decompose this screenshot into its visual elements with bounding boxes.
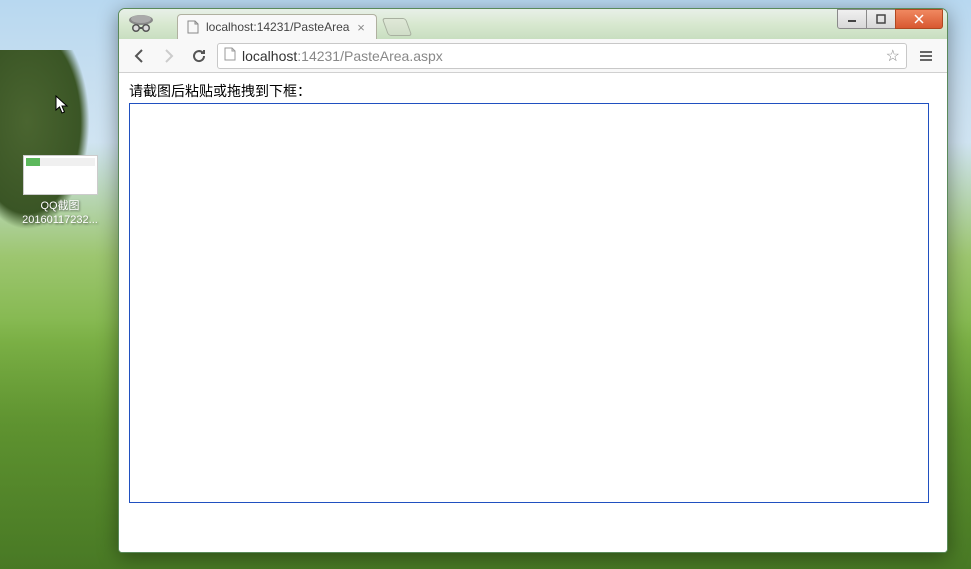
url-host: localhost <box>242 48 297 64</box>
tab-close-button[interactable]: × <box>354 20 368 34</box>
maximize-button[interactable] <box>866 9 896 29</box>
paste-drop-area[interactable] <box>129 103 929 503</box>
instruction-text: 请截图后粘贴或拖拽到下框： <box>129 81 937 101</box>
page-icon <box>224 47 236 64</box>
browser-toolbar: localhost:14231/PasteArea.aspx ☆ <box>119 39 947 73</box>
tab-title: localhost:14231/PasteArea <box>206 20 349 34</box>
address-bar[interactable]: localhost:14231/PasteArea.aspx ☆ <box>217 43 907 69</box>
window-controls <box>838 9 943 29</box>
reload-button[interactable] <box>187 44 211 68</box>
file-thumbnail <box>23 155 98 195</box>
desktop-background: QQ截图 20160117232... <box>0 0 971 569</box>
bookmark-star-icon[interactable]: ☆ <box>886 46 900 66</box>
incognito-icon <box>127 13 155 35</box>
titlebar[interactable]: localhost:14231/PasteArea × <box>119 9 947 39</box>
page-content: 请截图后粘贴或拖拽到下框： <box>119 73 947 552</box>
page-icon <box>186 20 200 34</box>
minimize-button[interactable] <box>837 9 867 29</box>
forward-button[interactable] <box>157 44 181 68</box>
menu-button[interactable] <box>913 43 939 69</box>
tab-strip: localhost:14231/PasteArea × <box>177 9 409 39</box>
browser-window: localhost:14231/PasteArea × <box>118 8 948 553</box>
new-tab-button[interactable] <box>382 18 413 36</box>
file-label: QQ截图 20160117232... <box>15 199 105 228</box>
url-path: :14231/PasteArea.aspx <box>297 48 443 64</box>
desktop-file-icon[interactable]: QQ截图 20160117232... <box>15 155 105 228</box>
close-button[interactable] <box>895 9 943 29</box>
browser-tab[interactable]: localhost:14231/PasteArea × <box>177 14 377 39</box>
back-button[interactable] <box>127 44 151 68</box>
